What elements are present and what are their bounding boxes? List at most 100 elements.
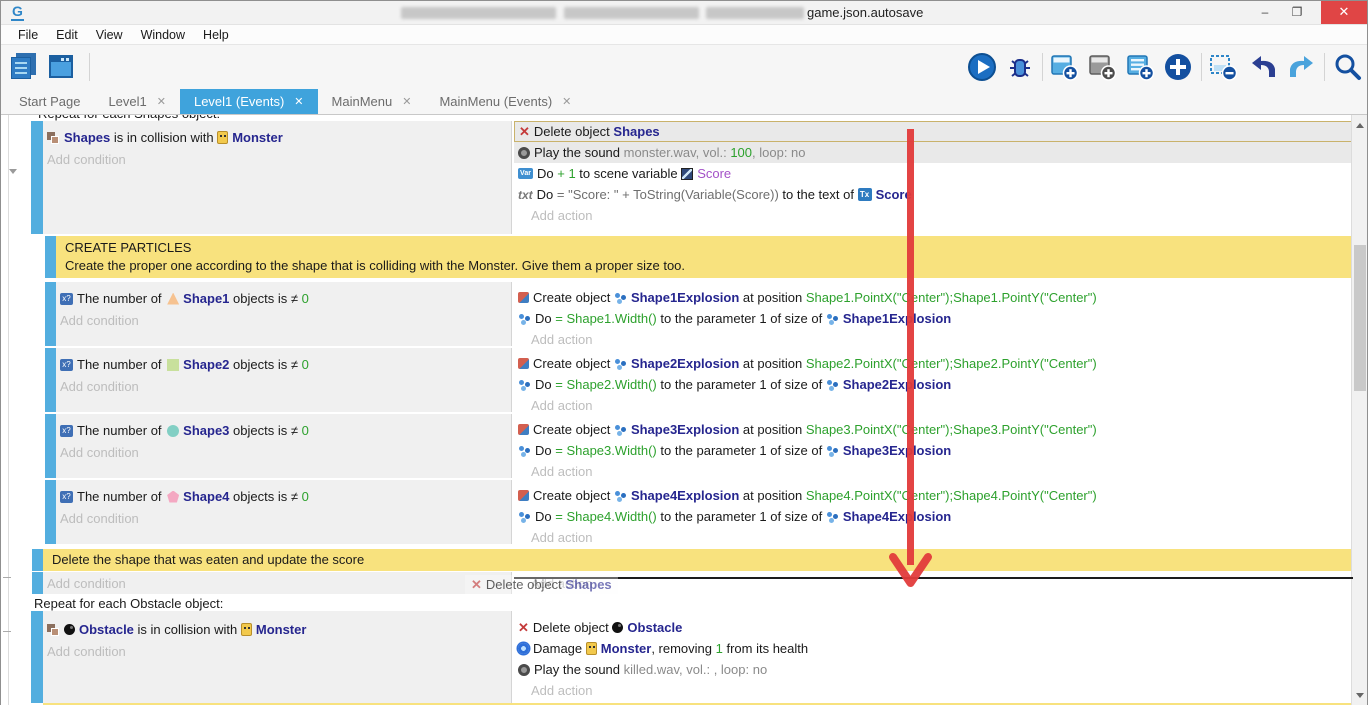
add-condition-link[interactable]: Add condition (56, 310, 511, 331)
redacted-title-segment (564, 7, 699, 19)
action-create-explosion[interactable]: Create object Shape4Explosion at positio… (514, 485, 1353, 506)
scene-variable-icon (681, 168, 693, 180)
event-handle[interactable] (45, 480, 56, 544)
project-manager-icon[interactable] (9, 52, 39, 82)
add-action-link[interactable]: Add action (514, 461, 1353, 482)
action-damage-monster[interactable]: Damage Monster , removing 1 from its hea… (514, 638, 1353, 659)
add-external-layout-icon[interactable] (1125, 52, 1155, 82)
action-increment-score-variable[interactable]: Var Do + 1 to scene variable Score (514, 163, 1353, 184)
add-object-icon[interactable] (1163, 52, 1193, 82)
toolbar (1, 45, 1367, 89)
sub-event-conditions[interactable]: x? The number of Shape3 objects is ≠ 0 A… (56, 414, 512, 478)
add-condition-link[interactable]: Add condition (43, 641, 511, 662)
action-create-explosion[interactable]: Create object Shape3Explosion at positio… (514, 419, 1353, 440)
add-action-link[interactable]: Add action (514, 205, 1353, 226)
tab-level1[interactable]: Level1✕ (94, 89, 180, 114)
action-set-score-text[interactable]: txt Do = "Score: " + ToString(Variable(S… (514, 184, 1353, 205)
event-handle[interactable] (45, 414, 56, 478)
play-icon[interactable] (967, 52, 997, 82)
shape-icon (167, 425, 179, 437)
menu-file[interactable]: File (9, 28, 47, 42)
empty-event-conditions[interactable]: Add condition (43, 572, 512, 594)
menubar: File Edit View Window Help (1, 25, 1367, 45)
action-delete-obstacle[interactable]: ✕ Delete object Obstacle (514, 617, 1353, 638)
menu-edit[interactable]: Edit (47, 28, 87, 42)
event-handle[interactable] (45, 282, 56, 346)
event-handle[interactable] (31, 611, 43, 703)
event-handle[interactable] (32, 549, 43, 571)
scrollbar-thumb[interactable] (1354, 245, 1366, 391)
close-button[interactable]: ✕ (1321, 1, 1367, 24)
undo-icon[interactable] (1249, 52, 1279, 82)
sub-event-conditions[interactable]: x? The number of Shape1 objects is ≠ 0 A… (56, 282, 512, 346)
action-set-explosion-size[interactable]: Do = Shape4.Width() to the parameter 1 o… (514, 506, 1353, 527)
obstacle-icon (612, 622, 623, 633)
add-condition-link[interactable]: Add condition (43, 573, 511, 594)
add-condition-link[interactable]: Add condition (56, 442, 511, 463)
add-action-link[interactable]: Add action (514, 329, 1353, 350)
action-set-explosion-size[interactable]: Do = Shape3.Width() to the parameter 1 o… (514, 440, 1353, 461)
tab-close-icon[interactable]: ✕ (402, 95, 411, 108)
search-icon[interactable] (1332, 52, 1362, 82)
add-condition-link[interactable]: Add condition (43, 149, 511, 170)
scroll-up-icon[interactable] (1356, 123, 1364, 128)
sub-event-conditions[interactable]: x? The number of Shape2 objects is ≠ 0 A… (56, 348, 512, 412)
shape-icon (167, 491, 179, 503)
action-set-explosion-size[interactable]: Do = Shape1.Width() to the parameter 1 o… (514, 308, 1353, 329)
event-handle[interactable] (45, 348, 56, 412)
tab-close-icon[interactable]: ✕ (157, 95, 166, 108)
add-scene-icon[interactable] (1049, 52, 1079, 82)
debug-icon[interactable] (1005, 52, 1035, 82)
add-condition-link[interactable]: Add condition (56, 376, 511, 397)
redo-icon[interactable] (1286, 52, 1316, 82)
action-create-explosion[interactable]: Create object Shape2Explosion at positio… (514, 353, 1353, 374)
expander-icon[interactable] (3, 631, 11, 632)
tab-start-page[interactable]: Start Page (5, 89, 94, 114)
comment-delete-shape[interactable]: Delete the shape that was eaten and upda… (43, 549, 1353, 571)
remove-instance-icon[interactable] (1208, 52, 1238, 82)
tab-mainmenu[interactable]: MainMenu✕ (318, 89, 426, 114)
event-handle[interactable] (31, 121, 43, 234)
scroll-down-icon[interactable] (1356, 693, 1364, 698)
restore-button[interactable]: ❐ (1283, 1, 1311, 24)
condition-shape-count[interactable]: x? The number of Shape3 objects is ≠ 0 (56, 420, 511, 441)
event-handle[interactable] (45, 236, 56, 278)
menu-window[interactable]: Window (132, 28, 194, 42)
add-condition-link[interactable]: Add condition (56, 508, 511, 529)
sub-event-actions: Create object Shape1Explosion at positio… (514, 282, 1353, 346)
damage-icon (518, 643, 529, 654)
tab-close-icon[interactable]: ✕ (294, 95, 303, 108)
action-play-sound-monster[interactable]: Play the sound monster.wav, vol.: 100, l… (514, 142, 1353, 163)
menu-help[interactable]: Help (194, 28, 238, 42)
expander-icon[interactable] (9, 169, 17, 174)
comment-create-particles[interactable]: CREATE PARTICLES Create the proper one a… (56, 236, 1353, 278)
action-set-explosion-size[interactable]: Do = Shape2.Width() to the parameter 1 o… (514, 374, 1353, 395)
condition-shape-count[interactable]: x? The number of Shape4 objects is ≠ 0 (56, 486, 511, 507)
scene-editor-icon[interactable] (47, 52, 77, 82)
redacted-title-segment (401, 7, 556, 19)
event2-conditions[interactable]: Obstacle is in collision with Monster Ad… (43, 611, 512, 703)
action-play-sound-killed[interactable]: Play the sound killed.wav, vol.: , loop:… (514, 659, 1353, 680)
sub-event-conditions[interactable]: x? The number of Shape4 objects is ≠ 0 A… (56, 480, 512, 544)
tab-close-icon[interactable]: ✕ (562, 95, 571, 108)
menu-view[interactable]: View (87, 28, 132, 42)
add-action-link[interactable]: Add action (514, 527, 1353, 548)
event1-conditions[interactable]: Shapes is in collision with Monster Add … (43, 121, 512, 234)
event2-header[interactable]: Repeat for each Obstacle object: (34, 596, 223, 611)
vertical-scrollbar[interactable] (1351, 115, 1367, 705)
condition-shape-count[interactable]: x? The number of Shape2 objects is ≠ 0 (56, 354, 511, 375)
tab-mainmenu-events[interactable]: MainMenu (Events)✕ (425, 89, 585, 114)
tab-level1-events[interactable]: Level1 (Events)✕ (180, 89, 318, 114)
event-handle[interactable] (32, 572, 43, 594)
expander-icon[interactable] (3, 577, 11, 578)
add-action-link[interactable]: Add action (514, 395, 1353, 416)
add-action-link[interactable]: Add action (514, 680, 1353, 701)
condition-shapes-collision-monster[interactable]: Shapes is in collision with Monster (43, 127, 511, 148)
minimize-button[interactable]: – (1251, 1, 1279, 24)
condition-obstacle-collision-monster[interactable]: Obstacle is in collision with Monster (43, 619, 511, 640)
action-create-explosion[interactable]: Create object Shape1Explosion at positio… (514, 287, 1353, 308)
condition-shape-count[interactable]: x? The number of Shape1 objects is ≠ 0 (56, 288, 511, 309)
sub-event: x? The number of Shape1 objects is ≠ 0 A… (1, 282, 1353, 346)
add-external-events-icon[interactable] (1087, 52, 1117, 82)
action-delete-shapes[interactable]: ✕ Delete object Shapes (514, 121, 1353, 142)
